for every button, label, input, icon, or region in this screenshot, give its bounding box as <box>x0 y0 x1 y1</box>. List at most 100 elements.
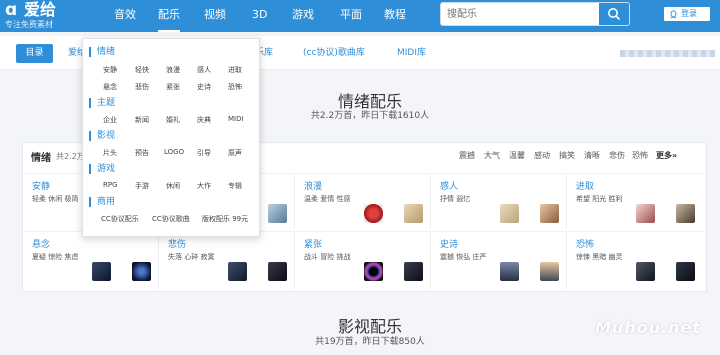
dd-item-album[interactable]: 专辑 <box>228 181 242 191</box>
dd-item-touching[interactable]: 感人 <box>197 65 211 75</box>
logo-tagline: 专注免费素材 <box>5 20 53 29</box>
dd-item-horror[interactable]: 恐怖 <box>228 82 242 92</box>
tag-warm[interactable]: 温馨 <box>509 150 525 161</box>
dd-item-sad[interactable]: 悲伤 <box>135 82 149 92</box>
dd-group-film[interactable]: 影视 <box>89 131 115 141</box>
dd-item-rpg[interactable]: RPG <box>103 181 118 189</box>
login-button[interactable]: 登录 <box>663 6 711 22</box>
search-icon <box>608 8 621 21</box>
search-input[interactable] <box>441 3 599 25</box>
nav-music[interactable]: 配乐 <box>158 0 180 32</box>
dd-item-tense[interactable]: 紧张 <box>166 82 180 92</box>
music-dropdown-menu: 情绪 安静 轻快 浪漫 感人 进取 悬念 悲伤 紧张 史诗 恐怖 主题 企业 新… <box>82 38 260 237</box>
dd-item-suspense[interactable]: 悬念 <box>103 82 117 92</box>
dd-item-casual[interactable]: 休闲 <box>166 181 180 191</box>
dd-item-wedding[interactable]: 婚礼 <box>166 115 180 125</box>
mood-card-tense[interactable]: 紧张 战斗 冒险 挑战 <box>296 231 431 289</box>
dd-item-intro[interactable]: 片头 <box>103 148 117 158</box>
card-title: 安静 <box>32 182 51 192</box>
dd-item-guide[interactable]: 引导 <box>197 148 211 158</box>
dd-item-aaa[interactable]: 大作 <box>197 181 211 191</box>
card-title: 悲伤 <box>168 240 187 250</box>
nav-sound[interactable]: 音效 <box>114 0 136 32</box>
card-thumb <box>364 262 383 281</box>
mood-card-sad[interactable]: 悲伤 失落 心碎 寂寞 <box>160 231 295 289</box>
dd-item-light[interactable]: 轻快 <box>135 65 149 75</box>
card-thumb <box>636 204 655 223</box>
site-logo[interactable]: ɑ 爱给 专注免费素材 <box>5 0 87 32</box>
nav-graphic[interactable]: 平面 <box>340 0 362 32</box>
dd-item-midi[interactable]: MIDI <box>228 115 244 123</box>
tag-shock[interactable]: 震撼 <box>459 150 475 161</box>
card-desc: 温柔 爱情 性感 <box>304 195 351 203</box>
login-label: 登录 <box>681 9 697 18</box>
dd-group-commercial[interactable]: 商用 <box>89 197 115 207</box>
card-thumb <box>92 262 111 281</box>
dd-group-theme[interactable]: 主题 <box>89 98 115 108</box>
logo-mark: ɑ <box>5 0 18 20</box>
card-thumb <box>228 262 247 281</box>
dd-item-enterprising[interactable]: 进取 <box>228 65 242 75</box>
dd-item-licensed-music[interactable]: 版权配乐 99元 <box>202 214 248 224</box>
logo-name: 爱给 <box>24 0 57 19</box>
tag-sad[interactable]: 悲伤 <box>609 150 625 161</box>
mood-card-suspense[interactable]: 悬念 夏疑 惊险 焦虑 <box>24 231 159 289</box>
dd-item-mobile[interactable]: 手游 <box>135 181 149 191</box>
tag-horror[interactable]: 恐怖 <box>632 150 648 161</box>
blurred-text <box>620 50 715 57</box>
dd-item-news[interactable]: 新闻 <box>135 115 149 125</box>
cat-item-cc-songs[interactable]: (cc协议)歌曲库 <box>303 45 365 61</box>
mood-card-enterprising[interactable]: 进取 希望 阳光 胜利 <box>568 173 703 231</box>
mood-card-horror[interactable]: 恐怖 惊悚 黑暗 幽灵 <box>568 231 703 289</box>
card-thumb <box>540 204 559 223</box>
mood-card-romantic[interactable]: 浪漫 温柔 爱情 性感 <box>296 173 431 231</box>
dd-item-corporate[interactable]: 企业 <box>103 115 117 125</box>
card-thumb <box>364 204 383 223</box>
card-title: 紧张 <box>304 240 323 250</box>
dd-item-cc-songs[interactable]: CC协议歌曲 <box>152 214 190 224</box>
watermark: Muhou.net <box>595 318 702 337</box>
card-desc: 抒情 遐忆 <box>440 195 471 203</box>
card-title: 进取 <box>576 182 595 192</box>
card-thumb <box>404 262 423 281</box>
nav-game[interactable]: 游戏 <box>292 0 314 32</box>
card-thumb <box>132 262 151 281</box>
more-link[interactable]: 更多» <box>656 150 677 161</box>
dd-item-trailer[interactable]: 预告 <box>135 148 149 158</box>
dd-item-epic[interactable]: 史诗 <box>197 82 211 92</box>
card-thumb <box>636 262 655 281</box>
card-title: 感人 <box>440 182 459 192</box>
dd-item-cc-music[interactable]: CC协议配乐 <box>101 214 139 224</box>
cat-item-midi[interactable]: MIDI库 <box>397 45 426 61</box>
dd-item-celebration[interactable]: 庆典 <box>197 115 211 125</box>
card-thumb <box>268 262 287 281</box>
search-box <box>440 2 630 26</box>
panel-title: 情绪 <box>31 153 51 164</box>
search-button[interactable] <box>599 3 629 25</box>
nav-tutorial[interactable]: 教程 <box>384 0 406 32</box>
dd-item-soundtrack[interactable]: 原声 <box>228 148 242 158</box>
card-title: 恐怖 <box>576 240 595 250</box>
card-thumb <box>404 204 423 223</box>
card-desc: 失落 心碎 寂寞 <box>168 253 215 261</box>
tag-funny[interactable]: 搞笑 <box>559 150 575 161</box>
tag-clear[interactable]: 清晰 <box>584 150 600 161</box>
card-thumb <box>676 262 695 281</box>
nav-3d[interactable]: 3D <box>252 0 267 32</box>
mood-card-touching[interactable]: 感人 抒情 遐忆 <box>432 173 567 231</box>
card-title: 悬念 <box>32 240 51 250</box>
dd-item-logo[interactable]: LOGO <box>164 148 184 156</box>
tag-moving[interactable]: 感动 <box>534 150 550 161</box>
panel-count: 共2.2万 <box>56 152 85 161</box>
dd-item-quiet[interactable]: 安静 <box>103 65 117 75</box>
tag-grand[interactable]: 大气 <box>484 150 500 161</box>
card-desc: 战斗 冒险 挑战 <box>304 253 351 261</box>
catalog-button[interactable]: 目录 <box>16 44 53 63</box>
qq-icon <box>670 10 677 19</box>
nav-video[interactable]: 视频 <box>204 0 226 32</box>
dd-group-game[interactable]: 游戏 <box>89 164 115 174</box>
dd-group-mood[interactable]: 情绪 <box>89 47 115 57</box>
mood-card-epic[interactable]: 史诗 震撼 恢弘 庄严 <box>432 231 567 289</box>
dd-item-romantic[interactable]: 浪漫 <box>166 65 180 75</box>
card-desc: 惊悚 黑暗 幽灵 <box>576 253 623 261</box>
